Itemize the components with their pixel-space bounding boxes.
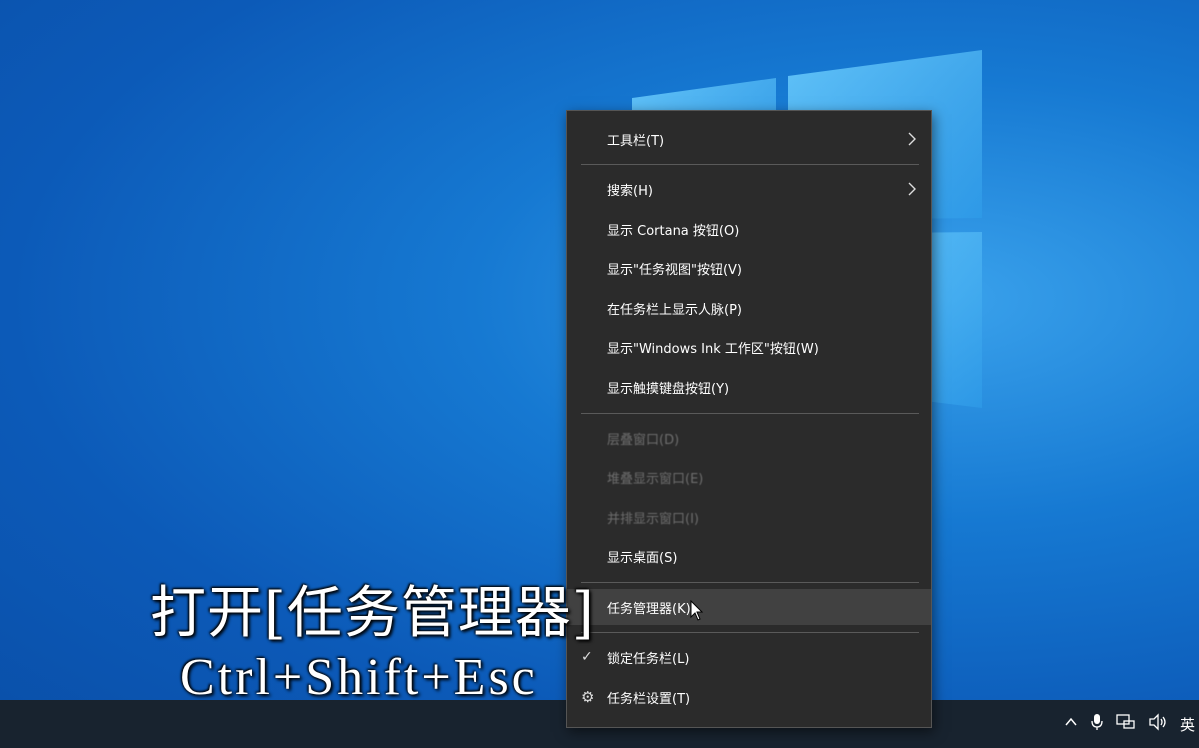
- menu-item-show-people[interactable]: 在任务栏上显示人脉(P): [567, 290, 931, 326]
- menu-separator: [581, 413, 919, 414]
- menu-item-label: 锁定任务栏(L): [607, 651, 690, 667]
- network-icon[interactable]: [1116, 713, 1136, 735]
- mouse-cursor-icon: [690, 600, 704, 621]
- menu-item-label: 层叠窗口(D): [607, 432, 680, 448]
- menu-item-side-by-side-windows: 并排显示窗口(I): [567, 499, 931, 535]
- menu-item-label: 显示"Windows Ink 工作区"按钮(W): [607, 341, 819, 357]
- menu-separator: [581, 632, 919, 633]
- menu-item-label: 显示触摸键盘按钮(Y): [607, 381, 730, 397]
- menu-item-label: 显示 Cortana 按钮(O): [607, 223, 740, 239]
- chevron-right-icon: [908, 132, 916, 146]
- gear-icon: ⚙: [581, 688, 595, 706]
- menu-separator: [581, 164, 919, 165]
- menu-item-stack-windows: 堆叠显示窗口(E): [567, 459, 931, 495]
- menu-item-toolbars[interactable]: 工具栏(T): [567, 121, 931, 157]
- microphone-icon[interactable]: [1090, 713, 1104, 735]
- taskbar-context-menu: 工具栏(T) 搜索(H) 显示 Cortana 按钮(O) 显示"任务视图"按钮…: [566, 110, 932, 728]
- menu-item-label: 显示桌面(S): [607, 550, 678, 566]
- caption-shortcut: Ctrl+Shift+Esc: [180, 649, 538, 706]
- menu-item-label: 工具栏(T): [607, 133, 665, 149]
- checkmark-icon: ✓: [581, 649, 593, 665]
- chevron-up-icon[interactable]: [1064, 715, 1078, 733]
- menu-item-label: 堆叠显示窗口(E): [607, 471, 704, 487]
- menu-item-show-touch-keyboard[interactable]: 显示触摸键盘按钮(Y): [567, 369, 931, 405]
- menu-item-label: 搜索(H): [607, 183, 653, 199]
- menu-item-label: 显示"任务视图"按钮(V): [607, 262, 742, 278]
- menu-item-label: 在任务栏上显示人脉(P): [607, 302, 742, 318]
- menu-item-show-windows-ink[interactable]: 显示"Windows Ink 工作区"按钮(W): [567, 329, 931, 365]
- menu-item-lock-taskbar[interactable]: ✓ 锁定任务栏(L): [567, 639, 931, 675]
- menu-item-task-manager[interactable]: 任务管理器(K): [567, 589, 931, 625]
- menu-item-show-desktop[interactable]: 显示桌面(S): [567, 538, 931, 574]
- caption-title: 打开[任务管理器]: [150, 581, 595, 646]
- volume-icon[interactable]: [1148, 713, 1168, 735]
- menu-item-search[interactable]: 搜索(H): [567, 171, 931, 207]
- menu-separator: [581, 582, 919, 583]
- menu-item-label: 任务栏设置(T): [607, 691, 691, 707]
- menu-item-show-task-view[interactable]: 显示"任务视图"按钮(V): [567, 250, 931, 286]
- menu-item-label: 并排显示窗口(I): [607, 511, 699, 527]
- menu-item-cascade-windows: 层叠窗口(D): [567, 420, 931, 456]
- ime-indicator[interactable]: 英: [1180, 714, 1195, 735]
- system-tray: 英: [1064, 700, 1199, 748]
- menu-item-show-cortana[interactable]: 显示 Cortana 按钮(O): [567, 211, 931, 247]
- menu-item-taskbar-settings[interactable]: ⚙ 任务栏设置(T): [567, 679, 931, 715]
- chevron-right-icon: [908, 182, 916, 196]
- menu-item-label: 任务管理器(K): [607, 601, 691, 617]
